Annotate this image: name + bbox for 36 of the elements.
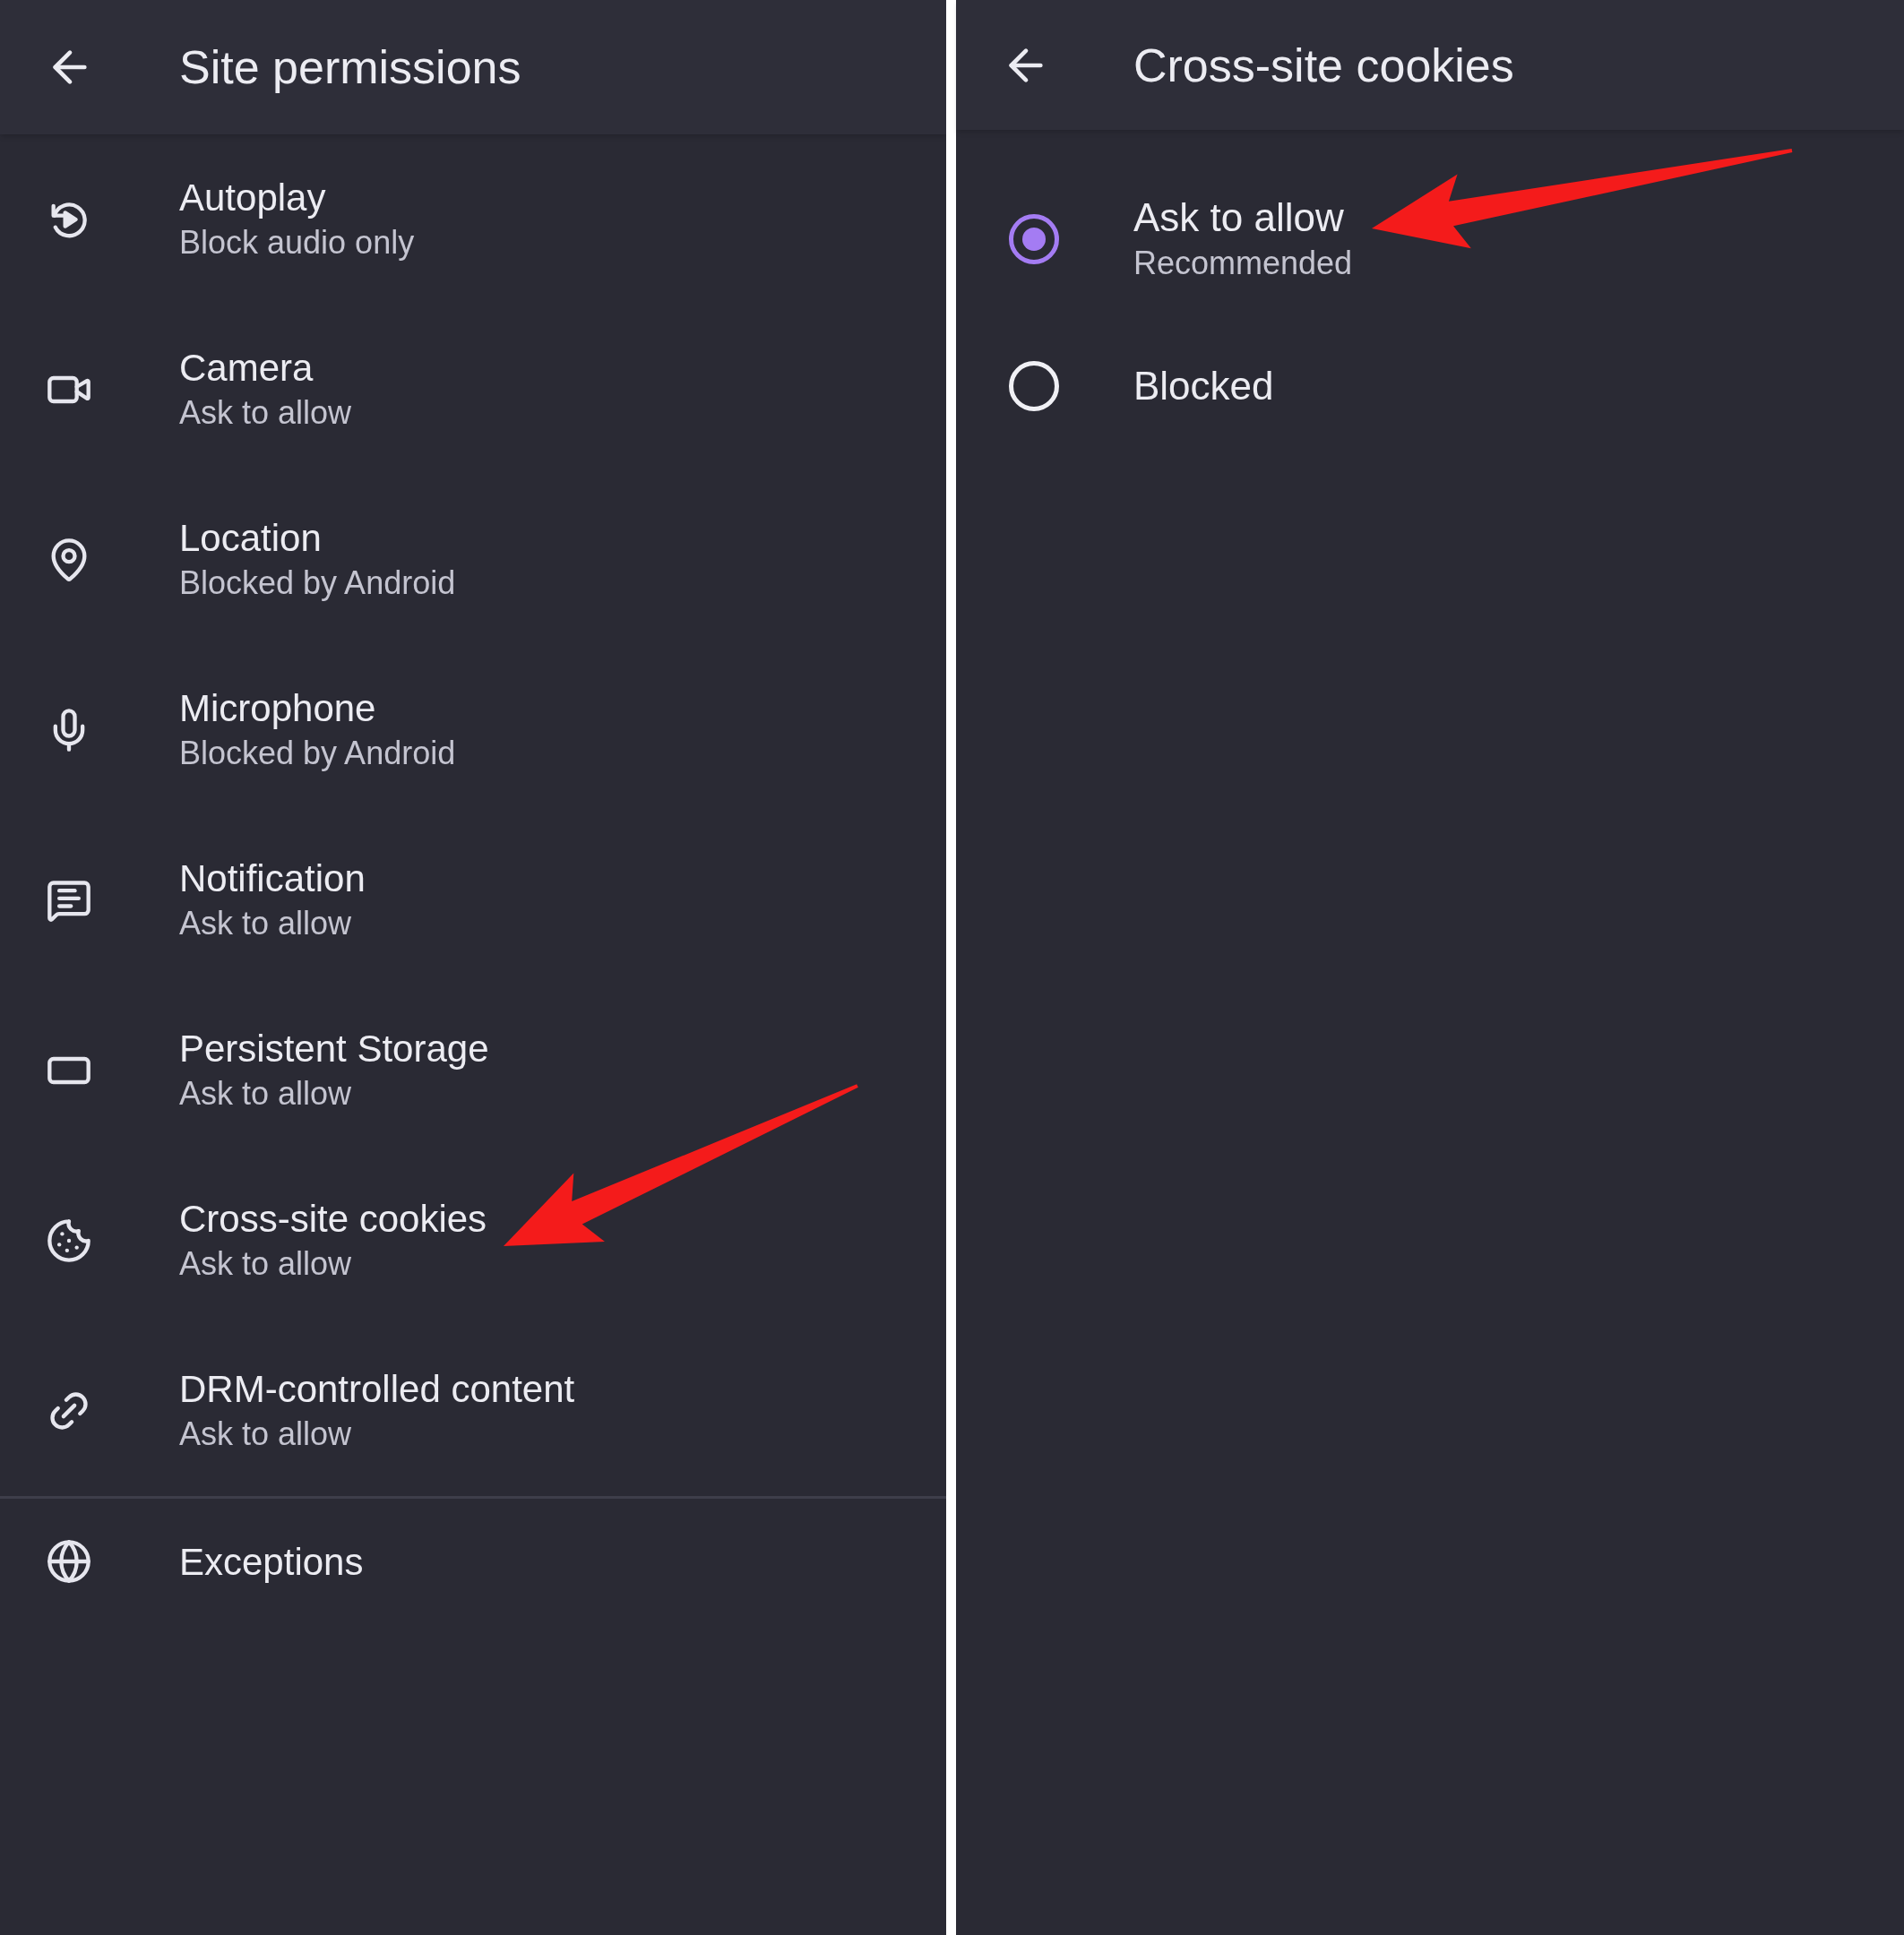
permission-status: Ask to allow [179,1415,353,1454]
option-label: Ask to allow [1133,194,1345,241]
option-sublabel: Recommended [1133,244,1353,283]
permission-title: Notification [179,856,366,901]
permission-title: Camera [179,346,314,391]
screen-title: Site permissions [179,40,521,95]
permission-title: Cross-site cookies [179,1197,487,1242]
permission-title: Microphone [179,686,377,731]
permission-status: Block audio only [179,223,415,262]
permission-item[interactable]: DRM-controlled content Ask to allow [0,1326,946,1496]
exceptions-item[interactable]: Exceptions [0,1499,946,1624]
permission-status: Ask to allow [179,1244,353,1284]
permission-title: DRM-controlled content [179,1367,575,1412]
permission-status: Ask to allow [179,393,352,433]
permission-status: Blocked by Android [179,734,456,773]
permission-title: Persistent Storage [179,1027,489,1071]
exceptions-label: Exceptions [179,1539,364,1585]
permission-item[interactable]: Cross-site cookies Ask to allow [0,1156,946,1326]
permission-status: Ask to allow [179,1074,353,1114]
permission-item[interactable]: Notification Ask to allow [0,815,946,985]
permission-title: Location [179,516,323,561]
globe-icon [46,1538,92,1585]
permission-item[interactable]: Autoplay Block audio only [0,134,946,305]
permission-status: Blocked by Android [179,563,456,603]
radio-option[interactable]: Blocked [956,313,1904,460]
screen-title: Cross-site cookies [1133,38,1514,93]
permission-item[interactable]: Camera Ask to allow [0,305,946,475]
permission-status: Ask to allow [179,904,353,943]
permission-title: Autoplay [179,176,327,220]
radio-option[interactable]: Ask to allow Recommended [956,166,1904,313]
cookie-icon [46,1217,92,1264]
permission-item[interactable]: Microphone Blocked by Android [0,645,946,815]
radio-button[interactable] [1009,214,1059,264]
permission-item[interactable]: Persistent Storage Ask to allow [0,985,946,1156]
permission-item[interactable]: Location Blocked by Android [0,475,946,645]
option-label: Blocked [1133,363,1274,409]
